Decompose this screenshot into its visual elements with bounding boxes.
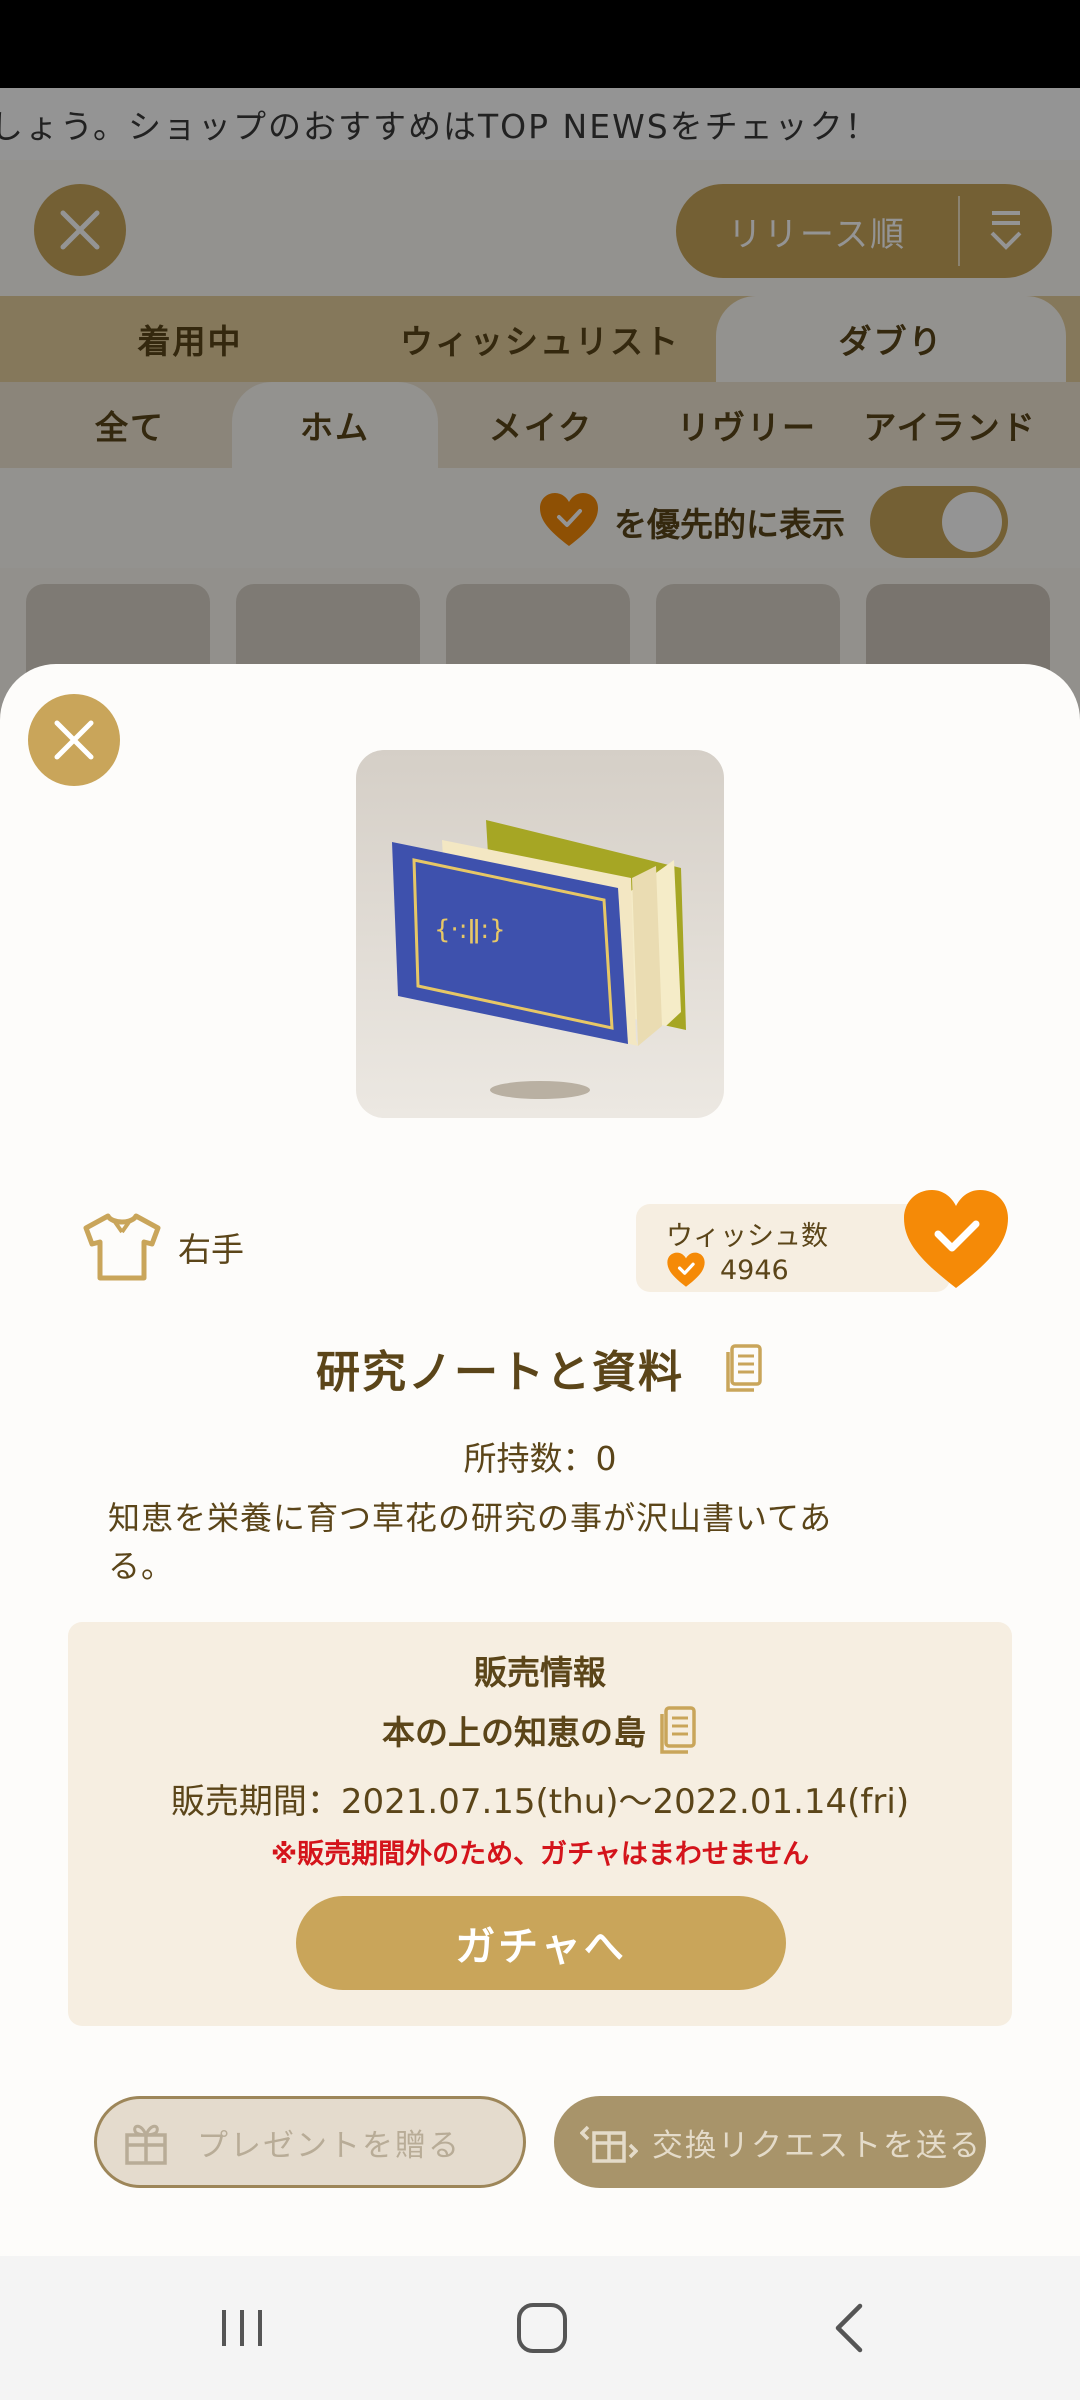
document-icon[interactable]	[724, 1344, 764, 1392]
send-trade-request-label: 交換リクエストを送る	[652, 2127, 982, 2164]
close-detail-button[interactable]	[28, 694, 120, 786]
wish-count-title: ウィッシュ数	[666, 1221, 828, 1252]
home-icon[interactable]	[514, 2300, 570, 2356]
gacha-name: 本の上の知恵の島	[382, 1713, 646, 1752]
sale-info-title: 販売情報	[474, 1653, 606, 1692]
item-description: 知恵を栄養に育つ草花の研究の事が沢山書いてある。	[108, 1499, 833, 1585]
recents-icon[interactable]	[218, 2300, 268, 2356]
document-icon[interactable]	[658, 1706, 698, 1754]
send-present-label: プレゼントを贈る	[197, 2127, 461, 2164]
sale-warning: ※販売期間外のため、ガチャはまわせません	[270, 1839, 810, 1870]
send-trade-request-button[interactable]: 交換リクエストを送る	[554, 2096, 986, 2188]
sale-period: 販売期間：2021.07.15(thu)〜2022.01.14(fri)	[170, 1782, 910, 1822]
item-detail-sheet: {·:ǁ:} 右手 ウィッシュ数 4946 研究ノートと資料 所持数：0 知恵を…	[0, 664, 1080, 2256]
svg-text:{·:ǁ:}: {·:ǁ:}	[434, 915, 506, 945]
equip-slot: 右手	[82, 1212, 244, 1282]
close-icon	[54, 720, 94, 760]
system-nav-bar	[0, 2256, 1080, 2400]
status-bar	[0, 0, 1080, 88]
item-name: 研究ノートと資料	[316, 1347, 684, 1398]
books-illustration: {·:ǁ:}	[392, 820, 686, 1099]
shirt-icon	[83, 1213, 161, 1281]
trade-icon	[580, 2125, 638, 2163]
gift-icon	[125, 2124, 167, 2165]
item-name-row: 研究ノートと資料	[0, 1336, 1080, 1400]
send-present-button[interactable]: プレゼントを贈る	[94, 2096, 526, 2188]
owned-count: 所持数：0	[463, 1439, 617, 1478]
item-image: {·:ǁ:}	[356, 750, 724, 1118]
gacha-name-row: 本の上の知恵の島	[68, 1706, 1012, 1754]
heart-check-icon	[667, 1252, 705, 1287]
slot-label: 右手	[178, 1230, 244, 1269]
go-to-gacha-button[interactable]: ガチャへ	[296, 1896, 786, 1990]
sale-info-panel: 販売情報 本の上の知恵の島 販売期間：2021.07.15(thu)〜2022.…	[68, 1622, 1012, 2026]
wish-count-value: 4946	[720, 1254, 789, 1286]
back-icon[interactable]	[826, 2300, 872, 2356]
wishlist-heart-button[interactable]	[900, 1188, 1012, 1292]
